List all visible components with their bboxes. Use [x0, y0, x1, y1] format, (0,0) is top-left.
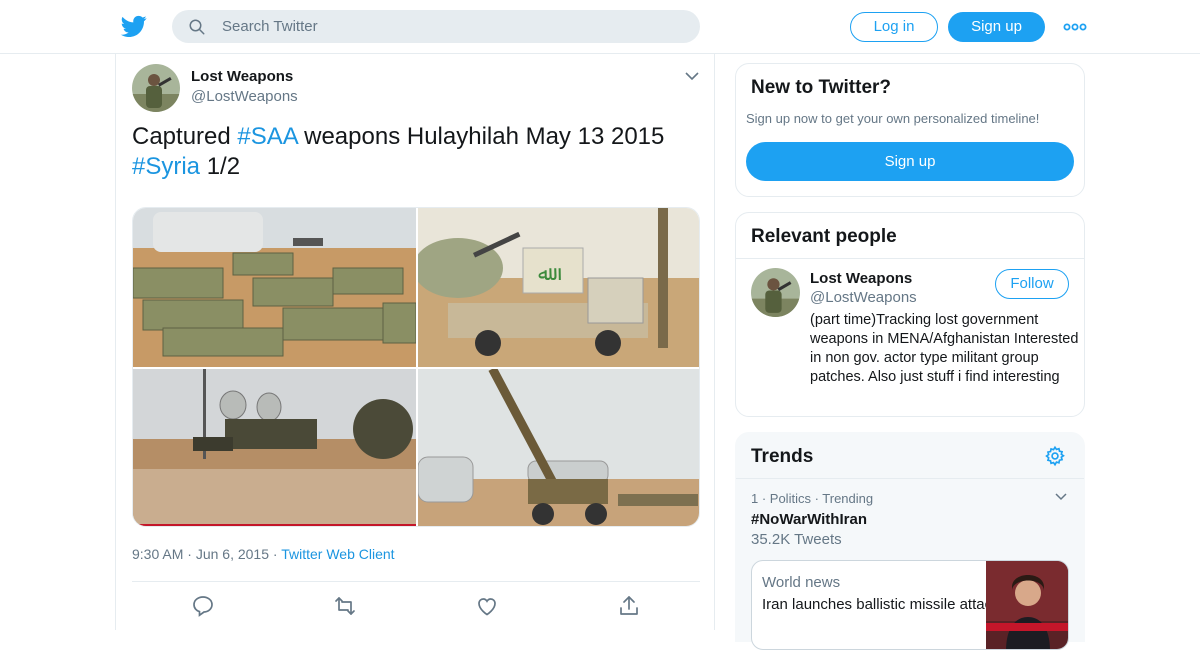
news-card[interactable]: World news Iran launches ballistic missi… — [751, 560, 1069, 650]
hashtag-link[interactable]: #Syria — [132, 153, 200, 180]
person-name[interactable]: Lost Weapons — [810, 270, 912, 287]
artillery-gun-photo[interactable] — [418, 369, 699, 526]
new-to-twitter-card: New to Twitter? Sign up now to get your … — [735, 63, 1085, 197]
twitter-bird-icon[interactable] — [120, 13, 148, 39]
tweet-text-segment: 1/2 — [200, 153, 241, 180]
ammo-crates-photo[interactable] — [133, 208, 416, 367]
card-title: Relevant people — [751, 226, 897, 247]
person-avatar[interactable] — [751, 268, 800, 317]
chevron-down-icon[interactable] — [1054, 491, 1068, 503]
author-avatar[interactable] — [132, 64, 180, 112]
person-handle[interactable]: @LostWeapons — [810, 289, 917, 306]
trend-name[interactable]: #NoWarWithIran — [751, 511, 867, 528]
tweet-metadata: 9:30 AM · Jun 6, 2015 · Twitter Web Clie… — [132, 546, 395, 562]
trend-tweet-count: 35.2K Tweets — [751, 531, 842, 548]
author-name[interactable]: Lost Weapons — [191, 68, 293, 85]
divider — [736, 258, 1084, 259]
search-input[interactable] — [222, 10, 682, 43]
photo-grid: ﷲ — [132, 207, 700, 527]
divider — [132, 581, 700, 582]
signup-button[interactable]: Sign up — [948, 12, 1045, 42]
news-thumbnail — [986, 561, 1068, 649]
trend-meta: 1 · Politics · Trending — [751, 491, 874, 506]
card-subtitle: Sign up now to get your own personalized… — [746, 111, 1040, 126]
tweet-date[interactable]: Jun 6, 2015 — [196, 546, 269, 562]
separator-dot: · — [187, 546, 196, 562]
search-box[interactable] — [172, 10, 700, 43]
trends-card: Trends 1 · Politics · Trending #NoWarWit… — [735, 432, 1085, 650]
tweet-text-segment: Captured — [132, 123, 238, 150]
truck-mounted-gun-photo[interactable]: ﷲ — [418, 208, 699, 367]
gear-icon[interactable] — [1044, 445, 1066, 467]
reply-icon[interactable] — [191, 594, 215, 618]
follow-button[interactable]: Follow — [995, 269, 1069, 299]
search-icon — [189, 19, 205, 35]
relevant-people-card: Relevant people Lost Weapons @LostWeapon… — [735, 212, 1085, 417]
tweet-time[interactable]: 9:30 AM — [132, 546, 183, 562]
card-title: New to Twitter? — [751, 77, 892, 98]
news-category: World news — [762, 574, 841, 591]
tweet-text: Captured #SAA weapons Hulayhilah May 13 … — [132, 122, 702, 182]
share-icon[interactable] — [617, 594, 641, 618]
hashtag-link[interactable]: #SAA — [237, 123, 297, 150]
like-icon[interactable] — [475, 594, 499, 618]
tweet-source-link[interactable]: Twitter Web Client — [281, 546, 394, 562]
retweet-icon[interactable] — [333, 594, 357, 618]
news-headline[interactable]: Iran launches ballistic missile attack o… — [762, 595, 1068, 614]
person-bio: (part time)Tracking lost government weap… — [810, 312, 1079, 385]
tweet-text-segment: weapons Hulayhilah May 13 2015 — [297, 123, 665, 150]
author-handle[interactable]: @LostWeapons — [191, 88, 298, 105]
divider — [736, 478, 1084, 479]
tweet-permalink: Lost Weapons @LostWeapons Captured #SAA … — [115, 54, 715, 630]
login-button[interactable]: Log in — [850, 12, 938, 42]
card-title: Trends — [751, 446, 814, 467]
more-dots-icon[interactable] — [1062, 18, 1088, 36]
chevron-down-icon[interactable] — [684, 70, 700, 82]
top-navigation-bar: Log in Sign up — [0, 0, 1200, 54]
separator-dot: · — [272, 546, 282, 562]
sidebar-signup-button[interactable]: Sign up — [746, 142, 1074, 181]
radar-dishes-photo[interactable] — [133, 369, 416, 526]
